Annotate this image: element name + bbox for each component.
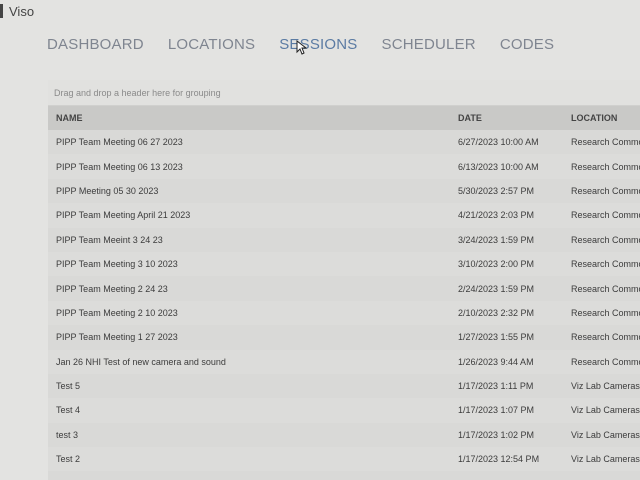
cell-location: Research Commo [571,185,640,196]
cell-location: Research Commo [571,307,640,318]
cell-date: 6/27/2023 10:00 AM [458,137,539,148]
table-row[interactable]: test audio1/17/2023 12:43 PMViz Lab Came… [48,471,640,480]
cell-location: Research Commo [571,356,640,367]
column-header-date[interactable]: DATE [458,113,482,123]
tab-codes[interactable]: CODES [500,36,554,53]
cell-name: PIPP Team Meeting April 21 2023 [56,210,191,221]
table-row[interactable]: Test 5 1/17/2023 1:11 PM Viz Lab Cameras [48,373,640,399]
cell-name: PIPP Meeting 05 30 2023 [56,185,159,196]
cell-name: PIPP Team Meeting 3 10 2023 [56,259,178,270]
cell-location: Research Commo [571,234,640,245]
sessions-grid: Drag and drop a header here for grouping… [48,80,640,480]
group-drop-area[interactable]: Drag and drop a header here for grouping [48,80,640,106]
cell-date: 4/21/2023 2:03 PM [458,210,535,221]
window-edge [0,4,3,18]
cell-location: Research Commo [571,283,640,294]
cell-date: 1/17/2023 12:54 PM [458,454,540,465]
cell-location: Viz Lab Cameras [571,454,640,465]
cell-date: 1/17/2023 1:07 PM [458,405,535,416]
column-header-name[interactable]: NAME [56,113,83,123]
cell-name: Test 2 [56,454,81,465]
table-row[interactable]: Jan 26 NHI Test of new camera and sound 1… [48,349,640,374]
main-nav: DASHBOARD LOCATIONS SESSIONS SCHEDULER C… [47,32,578,56]
column-header-location[interactable]: LOCATION [571,113,617,123]
table-row[interactable]: Test 4 1/17/2023 1:07 PM Viz Lab Cameras [48,398,640,423]
cell-name: Jan 26 NHI Test of new camera and sound [56,356,226,367]
tab-locations[interactable]: LOCATIONS [168,36,255,53]
cell-name: PIPP Team Meeting 1 27 2023 [56,332,178,343]
cell-name: Test 5 [56,381,81,392]
table-row[interactable]: Test 2 1/17/2023 12:54 PM Viz Lab Cameras [48,447,640,472]
cell-date: 6/13/2023 10:00 AM [458,161,539,172]
grid-body: PIPP Team Meeting 06 27 2023 6/27/2023 10… [48,130,640,480]
mouse-pointer-icon [296,40,308,55]
cell-name: test 3 [56,429,79,440]
cell-date: 2/10/2023 2:32 PM [458,307,535,318]
cell-name: PIPP Team Meeting 2 24 23 [56,283,168,294]
cell-location: Viz Lab Cameras [571,405,640,416]
table-row[interactable]: PIPP Team Meeting 2 10 2023 2/10/2023 2:3… [48,300,640,326]
tab-dashboard[interactable]: DASHBOARD [47,36,144,53]
cell-name: Test 4 [56,405,81,416]
cell-date: 1/27/2023 1:55 PM [458,332,535,343]
cell-date: 1/17/2023 1:11 PM [458,381,534,392]
cell-name: PIPP Team Meeint 3 24 23 [56,234,163,245]
table-row[interactable]: PIPP Team Meeting 06 13 2023 6/13/2023 10… [48,154,640,179]
table-row[interactable]: PIPP Team Meeting 06 27 2023 6/27/2023 10… [48,130,640,155]
table-row[interactable]: PIPP Team Meeting April 21 2023 4/21/2023… [48,203,640,228]
table-row[interactable]: PIPP Team Meeint 3 24 23 3/24/2023 1:59 P… [48,227,640,252]
grid-header: NAME DATE LOCATION [48,106,640,130]
table-row[interactable]: test 3 1/17/2023 1:02 PM Viz Lab Cameras [48,422,640,448]
cell-location: Research Commo [571,332,640,343]
tab-sessions[interactable]: SESSIONS [279,36,357,53]
cell-location: Viz Lab Cameras [571,429,640,440]
cell-location: Research Commo [571,161,640,172]
table-row[interactable]: PIPP Team Meeting 2 24 23 2/24/2023 1:59 … [48,276,640,301]
cell-location: Research Commo [571,137,640,148]
cell-date: 1/17/2023 1:02 PM [458,429,535,440]
title-bar: Viso [0,0,640,22]
table-row[interactable]: PIPP Team Meeting 3 10 2023 3/10/2023 2:0… [48,251,640,277]
cell-date: 3/10/2023 2:00 PM [458,259,535,270]
cell-name: PIPP Team Meeting 2 10 2023 [56,307,178,318]
cell-date: 5/30/2023 2:57 PM [458,185,535,196]
cell-date: 2/24/2023 1:59 PM [458,283,535,294]
table-row[interactable]: PIPP Team Meeting 1 27 2023 1/27/2023 1:5… [48,325,640,350]
cell-name: PIPP Team Meeting 06 27 2023 [56,137,183,148]
cell-name: PIPP Team Meeting 06 13 2023 [56,161,183,172]
cell-date: 3/24/2023 1:59 PM [458,234,535,245]
table-row[interactable]: PIPP Meeting 05 30 2023 5/30/2023 2:57 PM… [48,178,640,204]
cell-location: Viz Lab Cameras [571,381,640,392]
cell-date: 1/26/2023 9:44 AM [458,356,534,367]
cell-location: Research Commo [571,210,640,221]
app-title: Viso [9,3,35,19]
cell-location: Research Commo [571,259,640,270]
tab-scheduler[interactable]: SCHEDULER [382,36,476,53]
